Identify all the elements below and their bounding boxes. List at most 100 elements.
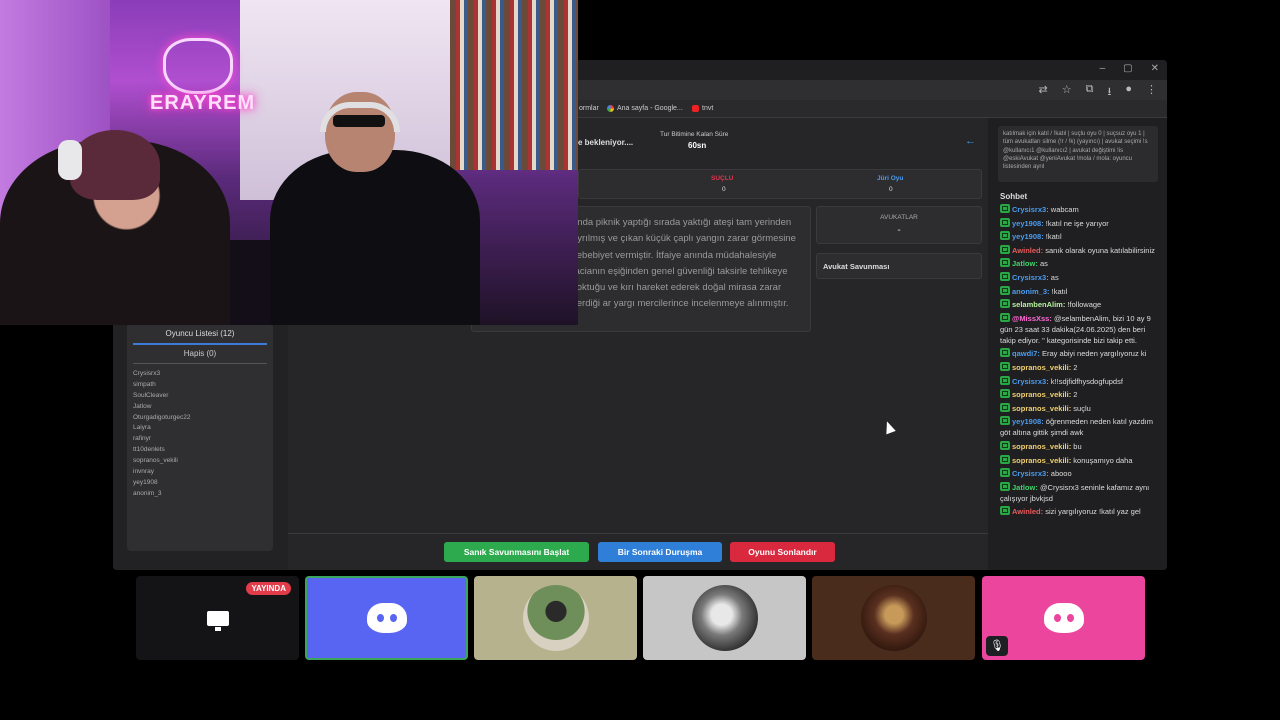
lawyer-defense-card: Avukat Savunması xyxy=(816,253,982,279)
chat-username[interactable]: yey1908: xyxy=(1012,232,1044,241)
bookmark-label: Ana sayfa - Google... xyxy=(617,105,683,112)
tile-content xyxy=(643,576,806,660)
player-list-item: simpath xyxy=(133,380,156,388)
webcam-person-left-hair xyxy=(70,130,160,200)
player-list-item: tt10denlets xyxy=(133,446,165,454)
chat-message: sopranos_vekili: suçlu xyxy=(1000,402,1160,414)
chat-panel: katılmak için katıl / !katıl | suçlu oyu… xyxy=(988,118,1167,570)
chat-username[interactable]: qawdi7: xyxy=(1012,349,1040,358)
chat-text: sanık olarak oyuna katılabilirsiniz xyxy=(1045,245,1155,255)
chat-message: selambenAlim: !followage xyxy=(1000,299,1160,310)
chat-username[interactable]: sopranos_vekili: xyxy=(1012,442,1071,451)
neon-cat-sign xyxy=(163,38,233,94)
chat-username[interactable]: @MissXss: xyxy=(1012,314,1052,323)
chat-message: yey1908: !katıl xyxy=(1000,231,1160,242)
headset-icon xyxy=(58,140,82,180)
chat-message: sopranos_vekili: konuşamıyo daha xyxy=(1000,454,1160,466)
chat-message: anonim_3: !katıl xyxy=(1000,285,1160,297)
chat-username[interactable]: anonim_3: xyxy=(1012,287,1050,296)
participant-tile-discord-1[interactable] xyxy=(305,576,468,660)
player-list-item: invnray xyxy=(133,468,154,476)
chat-text: !katıl ne işe yarıyor xyxy=(1045,218,1109,228)
chat-text: bu xyxy=(1073,441,1082,451)
chat-badge-icon xyxy=(1000,312,1010,322)
chat-message: sopranos_vekili: 2 xyxy=(1000,389,1160,400)
chat-username[interactable]: yey1908: xyxy=(1012,219,1044,228)
chat-username[interactable]: sopranos_vekili: xyxy=(1012,456,1071,465)
participant-tile-discord-2[interactable]: 🎙 xyxy=(982,576,1145,660)
arrow-left-icon[interactable]: ← xyxy=(965,135,976,147)
action-bar: Sanık Savunmasını Başlat Bir Sonraki Dur… xyxy=(288,533,988,570)
chat-badge-icon xyxy=(1000,244,1010,254)
chat-badge-icon xyxy=(1000,361,1010,371)
chat-username[interactable]: Jatlow: xyxy=(1012,483,1038,492)
chat-text: suçlu xyxy=(1073,403,1091,413)
chat-username[interactable]: Jatlow: xyxy=(1012,259,1038,268)
participant-tile-avatar-1[interactable] xyxy=(474,576,637,660)
google-icon xyxy=(607,105,614,112)
chat-message: sopranos_vekili: bu xyxy=(1000,440,1160,452)
discord-icon xyxy=(366,603,407,633)
bookmark-google[interactable]: Ana sayfa - Google... xyxy=(607,105,683,112)
chat-message: qawdi7: Eray abiyi neden yargılıyoruz ki xyxy=(1000,348,1160,359)
participant-tile-avatar-3[interactable] xyxy=(812,576,975,660)
lawyers-card: AVUKATLAR - xyxy=(816,206,982,244)
chat-username[interactable]: selambenAlim: xyxy=(1012,300,1065,309)
minimize-button[interactable]: – xyxy=(1100,63,1106,74)
chat-text: 2 xyxy=(1073,390,1078,400)
chat-username[interactable]: yey1908: xyxy=(1012,417,1044,426)
chat-username[interactable]: Crysisrx3: xyxy=(1012,273,1049,282)
avatar xyxy=(522,585,589,651)
chat-text: as xyxy=(1039,259,1048,269)
participant-tile-screenshare[interactable]: YAYINDA xyxy=(136,576,299,660)
timer-value: 60sn xyxy=(688,141,707,150)
chat-username[interactable]: Awinled: xyxy=(1012,246,1043,255)
chat-text: as xyxy=(1050,272,1059,282)
tab-player-list[interactable]: Oyuncu Listesi (12) xyxy=(127,329,273,338)
webcam-bookshelf xyxy=(450,0,578,170)
guilty-vote-label: SUÇLU xyxy=(711,175,734,182)
chat-message: @MissXss: @selambenAlim, bizi 10 ay 9 gü… xyxy=(1000,312,1160,346)
chat-username[interactable]: sopranos_vekili: xyxy=(1012,390,1071,399)
chat-text: !followage xyxy=(1067,300,1102,310)
start-defense-button[interactable]: Sanık Savunmasını Başlat xyxy=(444,542,589,562)
player-list-item: Crysisrx3 xyxy=(133,370,161,377)
maximize-button[interactable]: ▢ xyxy=(1123,63,1132,74)
chat-badge-icon xyxy=(1000,506,1010,516)
chat-title: Sohbet xyxy=(1000,192,1028,201)
chat-message: Crysisrx3: wabcam xyxy=(1000,204,1160,215)
bookmark-youtube[interactable]: tnvt xyxy=(692,105,713,112)
tile-content xyxy=(474,576,637,660)
guilty-vote-count: 0 xyxy=(722,186,726,193)
chat-badge-icon xyxy=(1000,375,1010,385)
end-game-button[interactable]: Oyunu Sonlandır xyxy=(730,542,835,562)
webcam-person-right xyxy=(270,150,480,325)
vote-panel: SUÇLU 0 Jüri Oyu 0 xyxy=(578,169,982,199)
chat-username[interactable]: Crysisrx3: xyxy=(1012,205,1049,214)
chat-message: sopranos_vekili: 2 xyxy=(1000,361,1160,373)
chat-messages[interactable]: Crysisrx3: wabcam yey1908: !katıl ne işe … xyxy=(1000,204,1160,570)
chat-message: yey1908: öğrenmeden neden katıl yazdım g… xyxy=(1000,416,1160,438)
lawyers-title: AVUKATLAR xyxy=(880,214,918,221)
chat-message: Crysisrx3: abooo xyxy=(1000,468,1160,479)
tab-jail[interactable]: Hapis (0) xyxy=(127,349,273,358)
participant-tile-avatar-2[interactable] xyxy=(643,576,806,660)
chat-username[interactable]: sopranos_vekili: xyxy=(1012,363,1071,372)
chat-username[interactable]: Crysisrx3: xyxy=(1012,377,1049,386)
chat-badge-icon xyxy=(1000,285,1010,295)
next-hearing-button[interactable]: Bir Sonraki Duruşma xyxy=(598,542,722,562)
bookmark-label: ormlar xyxy=(579,105,599,112)
chat-username[interactable]: Crysisrx3: xyxy=(1012,469,1049,478)
avatar xyxy=(860,585,927,651)
waiting-status: e bekleniyor.... xyxy=(578,138,634,147)
live-badge: YAYINDA xyxy=(246,582,291,595)
chat-badge-icon xyxy=(1000,271,1010,281)
chat-username[interactable]: sopranos_vekili: xyxy=(1012,404,1071,413)
bookmark-forms[interactable]: ormlar xyxy=(579,105,599,112)
close-button[interactable]: ✕ xyxy=(1151,63,1159,74)
chat-badge-icon xyxy=(1000,217,1010,227)
neon-logo-text: ERAYREM xyxy=(150,92,256,114)
chat-text: !katıl xyxy=(1051,286,1068,296)
chat-username[interactable]: Awinled: xyxy=(1012,507,1043,516)
player-list-item: rafinyr xyxy=(133,435,152,443)
